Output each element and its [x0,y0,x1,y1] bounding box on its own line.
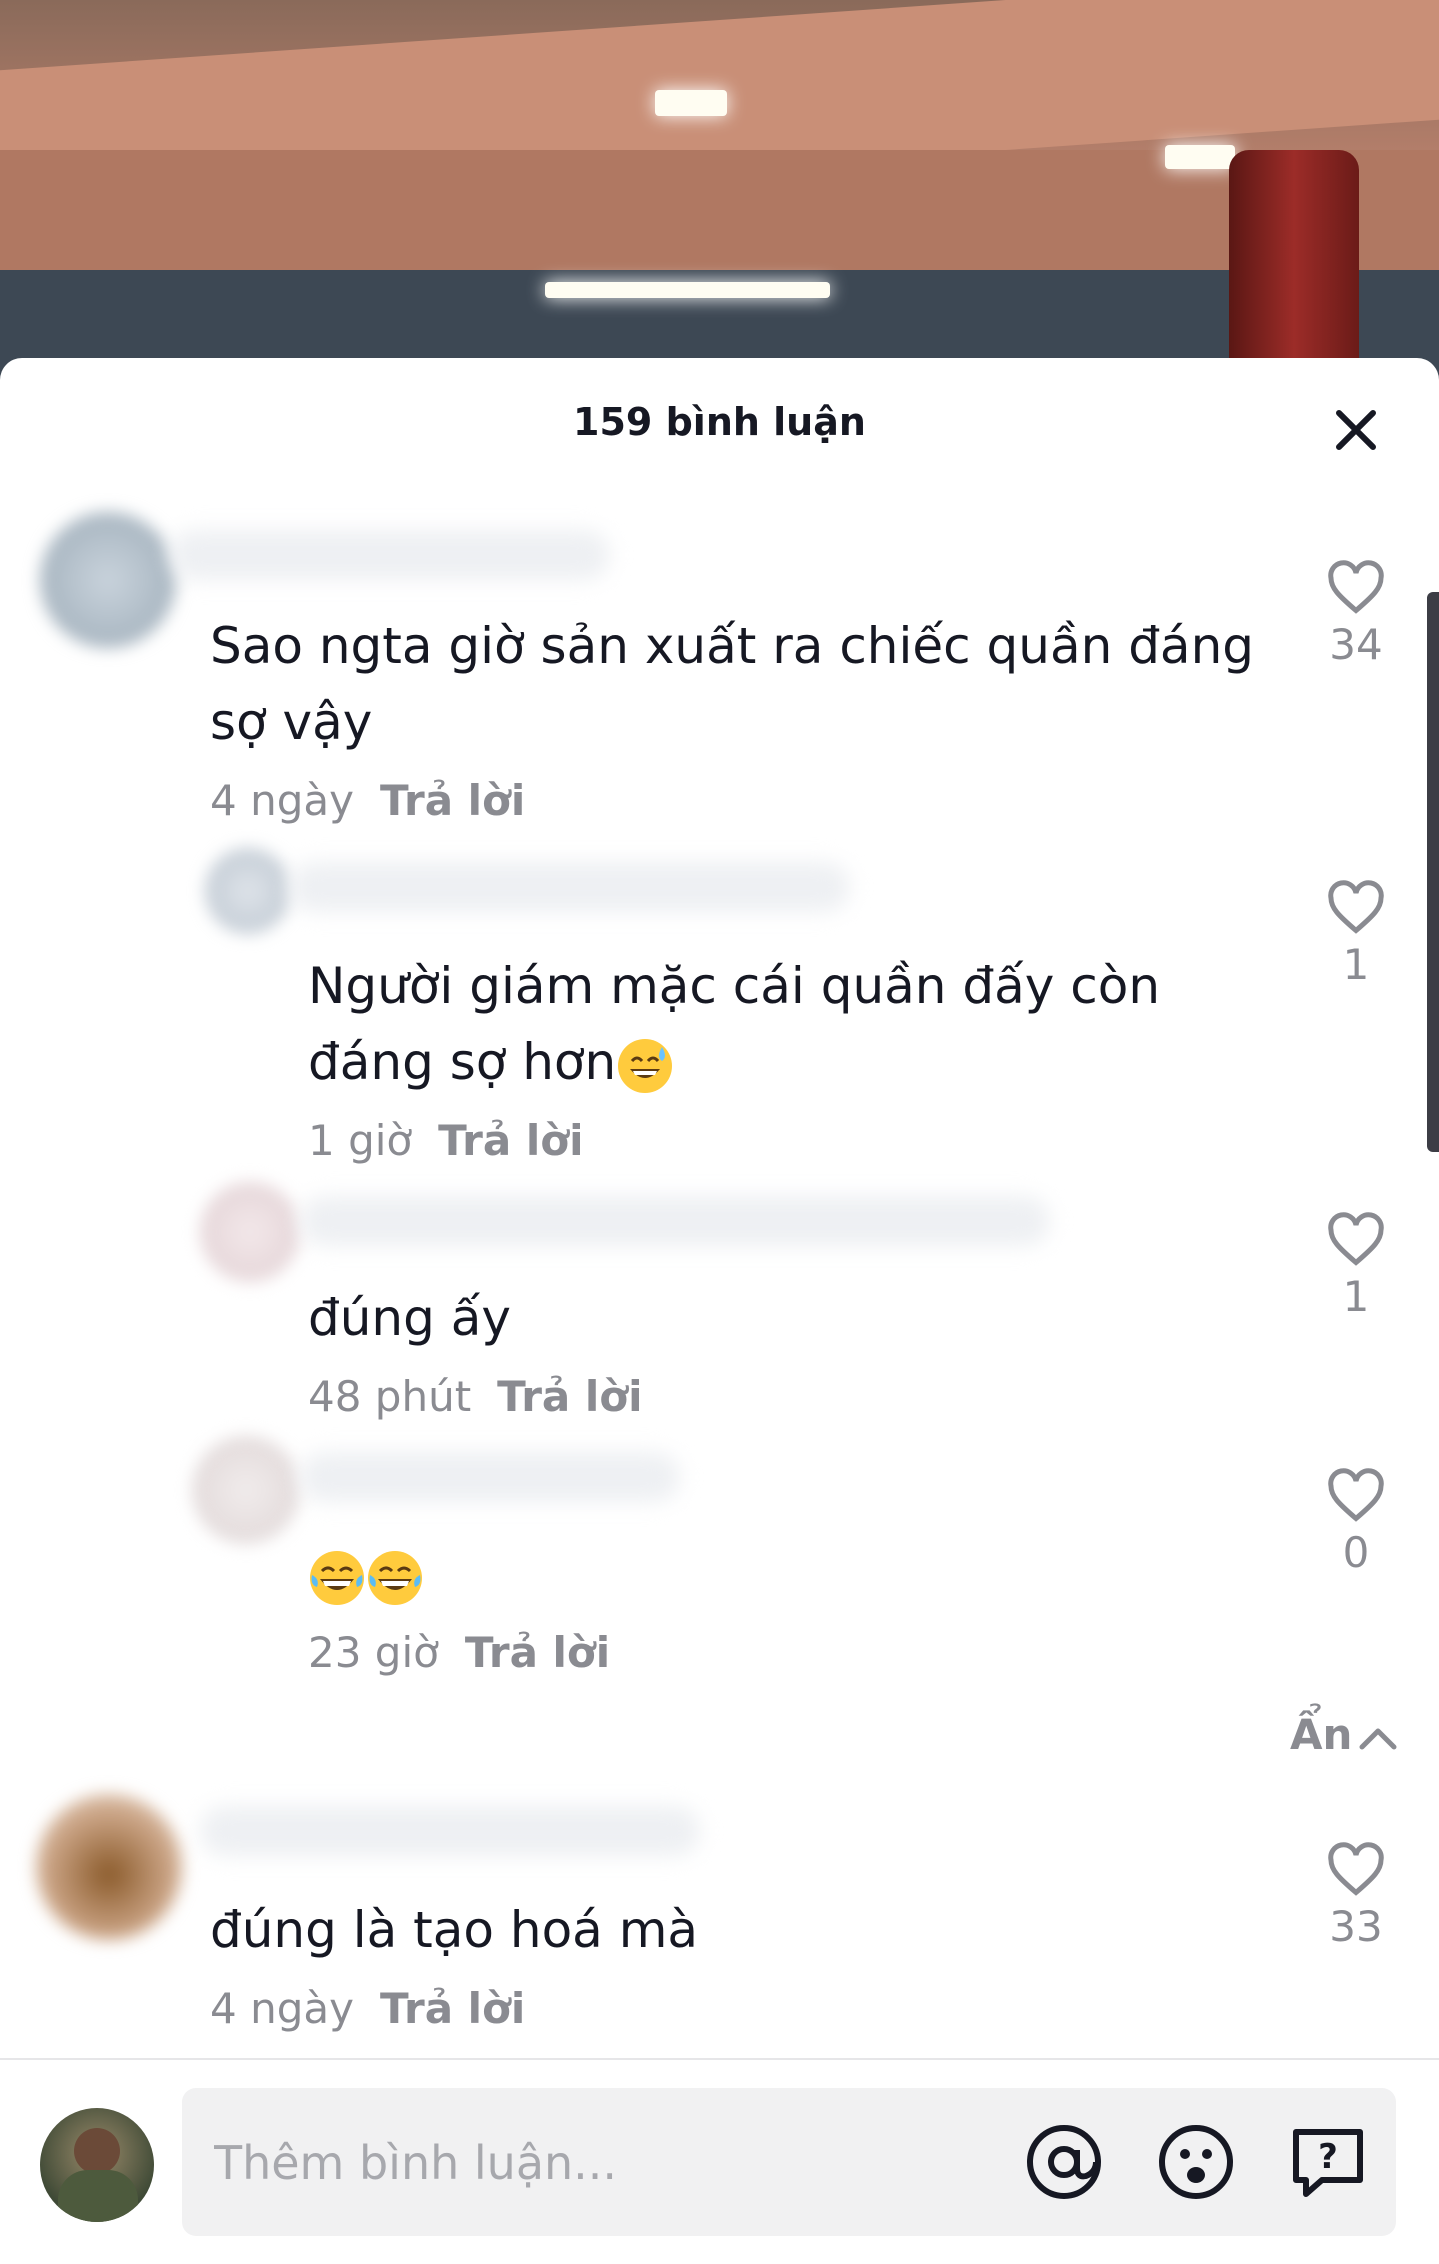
avatar[interactable] [200,1182,300,1282]
comment-text [308,1536,1268,1612]
hide-replies-toggle[interactable]: Ẩn [1290,1710,1400,1759]
like-button[interactable]: 1 [1316,880,1396,989]
comment-time: 4 ngày [210,1984,354,2033]
reply-button[interactable]: Trả lời [380,1984,525,2033]
comment-text: Sao ngta giờ sản xuất ra chiếc quần đáng… [210,617,1254,751]
heart-icon[interactable] [1326,1212,1386,1268]
comment-input[interactable] [212,2088,976,2238]
comment-meta: 4 ngày Trả lời [210,1984,525,2033]
avatar[interactable] [205,848,291,934]
ceiling-light [1165,145,1235,169]
user-avatar-head [74,2128,120,2174]
reply-button[interactable]: Trả lời [380,776,525,825]
like-count: 34 [1329,620,1383,669]
tears-of-joy-emoji [310,1550,364,1605]
close-icon[interactable] [1330,404,1382,456]
comment-meta: 23 giờ Trả lời [308,1628,610,1677]
chevron-up-icon [1359,1728,1397,1749]
comment-text: đúng ấy [308,1289,511,1347]
comment-time: 4 ngày [210,776,354,825]
user-avatar[interactable] [40,2108,154,2222]
avatar[interactable] [40,512,176,648]
avatar[interactable] [192,1436,300,1544]
comment-meta: 1 giờ Trả lời [308,1116,583,1165]
like-count: 0 [1342,1528,1370,1577]
reply-button[interactable]: Trả lời [465,1628,610,1677]
username-blurred[interactable] [290,862,850,912]
heart-icon[interactable] [1326,560,1386,616]
ceiling-light [545,282,830,298]
heart-icon[interactable] [1326,880,1386,936]
comment-text-content: Người giám mặc cái quần đấy còn đáng sợ … [308,957,1161,1091]
username-blurred[interactable] [200,1806,700,1856]
svg-text:?: ? [1318,2137,1338,2177]
avatar[interactable] [36,1794,182,1940]
like-count: 1 [1342,1272,1370,1321]
comment-text: đúng là tạo hoá mà [210,1901,699,1959]
like-button[interactable]: 0 [1316,1468,1396,1577]
username-blurred[interactable] [170,530,610,580]
like-button[interactable]: 33 [1316,1842,1396,1951]
like-count: 33 [1329,1902,1383,1951]
heart-icon[interactable] [1326,1842,1386,1898]
video-background [0,0,1439,380]
reply-button[interactable]: Trả lời [497,1372,642,1421]
heart-icon[interactable] [1326,1468,1386,1524]
comment-time: 48 phút [308,1372,472,1421]
scrollbar[interactable] [1427,592,1439,1152]
hide-replies-label: Ẩn [1290,1710,1353,1759]
comment-text: Người giám mặc cái quần đấy còn đáng sợ … [308,948,1268,1100]
sweat-smile-emoji [618,1038,673,1093]
like-button[interactable]: 1 [1316,1212,1396,1321]
user-avatar-body [58,2170,138,2222]
comment-time: 23 giờ [308,1628,439,1677]
at-mention-icon[interactable] [1024,2122,1104,2202]
reply-button[interactable]: Trả lời [438,1116,583,1165]
question-icon[interactable]: ? [1288,2122,1368,2202]
comment-meta: 48 phút Trả lời [308,1372,643,1421]
username-blurred[interactable] [300,1452,680,1502]
like-count: 1 [1342,940,1370,989]
comment-time: 1 giờ [308,1116,413,1165]
like-button[interactable]: 34 [1316,560,1396,669]
emoji-icon[interactable] [1156,2122,1236,2202]
username-blurred[interactable] [300,1196,1050,1246]
punching-bag [1229,150,1359,380]
ceiling-light [655,90,727,116]
comment-meta: 4 ngày Trả lời [210,776,525,825]
comments-count-title: 159 bình luận [573,400,866,444]
comment-input-box[interactable]: ? [182,2088,1396,2238]
tears-of-joy-emoji [368,1550,422,1605]
